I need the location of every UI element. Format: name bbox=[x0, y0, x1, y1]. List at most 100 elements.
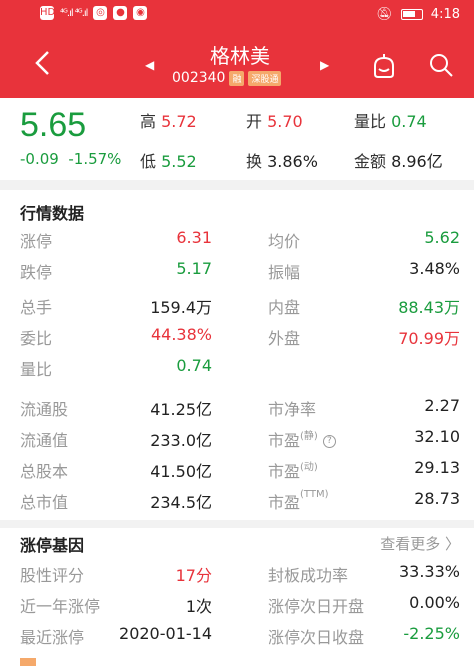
high-label: 高 bbox=[140, 112, 157, 131]
outer-volume-value: 70.99万 bbox=[398, 329, 460, 348]
market-data-title: 行情数据 bbox=[20, 204, 85, 223]
table-row: 最近涨停 2020-01-14 涨停次日收盘 -2.25% bbox=[0, 624, 474, 654]
float-cap-label: 流通值 bbox=[20, 431, 69, 450]
open-label: 开 bbox=[246, 112, 263, 131]
pe-ttm-label: 市盈(TTM) bbox=[268, 489, 329, 512]
inner-volume-value: 88.43万 bbox=[398, 298, 460, 317]
total-shares-value: 41.50亿 bbox=[150, 462, 212, 481]
amplitude-value: 3.48% bbox=[409, 259, 460, 278]
limit-up-value: 6.31 bbox=[176, 228, 212, 247]
stock-score-label: 股性评分 bbox=[20, 566, 85, 585]
table-row: 跌停 5.17 振幅 3.48% bbox=[0, 259, 474, 289]
table-row: 委比 44.38% 外盘 70.99万 bbox=[0, 325, 474, 355]
robot-icon[interactable] bbox=[370, 54, 398, 80]
low-label: 低 bbox=[140, 152, 157, 171]
pb-value: 2.27 bbox=[424, 396, 460, 415]
limit-down-value: 5.17 bbox=[176, 259, 212, 278]
avg-price-value: 5.62 bbox=[424, 228, 460, 247]
status-time: 4:18 bbox=[430, 7, 460, 22]
amount-cell: 金额 8.96亿 bbox=[354, 148, 443, 172]
next-open-value: 0.00% bbox=[409, 593, 460, 612]
browser-icon: ◉ bbox=[133, 6, 148, 20]
commission-ratio-label: 委比 bbox=[20, 329, 53, 348]
limit-up-label: 涨停 bbox=[20, 232, 53, 251]
total-cap-value: 234.5亿 bbox=[150, 493, 212, 512]
amount-label: 金额 bbox=[354, 152, 387, 171]
current-price: 5.65 bbox=[20, 106, 87, 144]
status-right: 🔕︎ 4:18 bbox=[376, 7, 460, 22]
volume-ratio-cell: 量比 0.74 bbox=[354, 108, 427, 132]
outer-volume-label: 外盘 bbox=[268, 329, 301, 348]
table-row: 流通股 41.25亿 市净率 2.27 bbox=[0, 396, 474, 426]
volume-label: 总手 bbox=[20, 298, 53, 317]
battery-icon bbox=[400, 9, 423, 20]
volume-ratio-row-value: 0.74 bbox=[176, 356, 212, 375]
stock-code: 002340 bbox=[172, 70, 226, 86]
table-row: 总市值 234.5亿 市盈(TTM) 28.73 bbox=[0, 489, 474, 519]
next-close-value: -2.25% bbox=[403, 624, 460, 643]
margin-tag: 融 bbox=[229, 70, 245, 86]
wechat-icon: ● bbox=[113, 6, 128, 20]
turnover-cell: 换 3.86% bbox=[246, 148, 318, 172]
table-row: 近一年涨停 1次 涨停次日开盘 0.00% bbox=[0, 593, 474, 623]
seal-rate-value: 33.33% bbox=[398, 562, 460, 581]
stock-name: 格林美 bbox=[210, 44, 270, 68]
view-more-link[interactable]: 查看更多 〉 bbox=[380, 533, 460, 554]
float-shares-value: 41.25亿 bbox=[150, 400, 212, 419]
table-row: 总手 159.4万 内盘 88.43万 bbox=[0, 294, 474, 324]
app-notification-icon: ◎ bbox=[93, 6, 108, 20]
open-value: 5.70 bbox=[267, 112, 303, 131]
amplitude-label: 振幅 bbox=[268, 263, 301, 282]
pe-dynamic-label: 市盈(动) bbox=[268, 462, 318, 481]
hd-icon: HD bbox=[40, 6, 56, 20]
limit-down-label: 跌停 bbox=[20, 263, 53, 282]
float-cap-value: 233.0亿 bbox=[150, 431, 212, 450]
total-cap-label: 总市值 bbox=[20, 493, 69, 512]
mute-icon: 🔕︎ bbox=[376, 7, 393, 22]
prev-stock-icon[interactable]: ◀ bbox=[145, 58, 154, 72]
low-cell: 低 5.52 bbox=[140, 148, 197, 172]
pe-dynamic-value: 29.13 bbox=[414, 458, 460, 477]
next-close-label: 涨停次日收盘 bbox=[268, 628, 365, 647]
section-divider bbox=[0, 520, 474, 528]
table-row: 量比 0.74 bbox=[0, 356, 474, 386]
quote-panel: 5.65 -0.09 -1.57% 高 5.72 开 5.70 量比 0.74 … bbox=[0, 98, 474, 180]
recent-limit-up-value: 2020-01-14 bbox=[119, 624, 212, 643]
avg-price-label: 均价 bbox=[268, 232, 301, 251]
total-shares-label: 总股本 bbox=[20, 462, 69, 481]
limit-gene-title: 涨停基因 bbox=[20, 536, 85, 555]
recent-limit-up-label: 最近涨停 bbox=[20, 628, 85, 647]
table-row: 涨停 6.31 均价 5.62 bbox=[0, 228, 474, 258]
status-bar: HD ⁴ᴳ.ıl ⁴ᴳ.ıl ◎ ● ◉ 🔕︎ 4:18 bbox=[0, 0, 474, 32]
stock-code-row: 002340 融 深股通 bbox=[172, 70, 282, 86]
next-open-label: 涨停次日开盘 bbox=[268, 597, 365, 616]
low-value: 5.52 bbox=[161, 152, 197, 171]
pb-label: 市净率 bbox=[268, 400, 317, 419]
inner-volume-label: 内盘 bbox=[268, 298, 301, 317]
table-row: 股性评分 17分 封板成功率 33.33% bbox=[0, 562, 474, 592]
yearly-limit-up-value: 1次 bbox=[185, 597, 212, 616]
price-change: -0.09 -1.57% bbox=[20, 150, 121, 168]
truncated-row-icon bbox=[20, 658, 36, 666]
yearly-limit-up-label: 近一年涨停 bbox=[20, 597, 101, 616]
back-icon[interactable] bbox=[32, 48, 54, 78]
commission-ratio-value: 44.38% bbox=[150, 325, 212, 344]
change-value: -0.09 bbox=[20, 150, 59, 168]
stock-score-value: 17分 bbox=[175, 566, 212, 585]
app-header: HD ⁴ᴳ.ıl ⁴ᴳ.ıl ◎ ● ◉ 🔕︎ 4:18 ◀ 格林美 00234… bbox=[0, 0, 474, 98]
next-stock-icon[interactable]: ▶ bbox=[320, 58, 329, 72]
pe-static-value: 32.10 bbox=[414, 427, 460, 446]
high-cell: 高 5.72 bbox=[140, 108, 197, 132]
status-left: HD ⁴ᴳ.ıl ⁴ᴳ.ıl ◎ ● ◉ bbox=[40, 6, 148, 20]
seal-rate-label: 封板成功率 bbox=[268, 566, 349, 585]
help-icon[interactable]: ? bbox=[322, 435, 336, 448]
volume-value: 159.4万 bbox=[150, 298, 212, 317]
pe-ttm-value: 28.73 bbox=[414, 489, 460, 508]
high-value: 5.72 bbox=[161, 112, 197, 131]
search-icon[interactable] bbox=[428, 52, 454, 78]
pe-static-label: 市盈(静) ? bbox=[268, 427, 336, 451]
table-row: 总股本 41.50亿 市盈(动) 29.13 bbox=[0, 458, 474, 488]
section-divider bbox=[0, 180, 474, 190]
float-shares-label: 流通股 bbox=[20, 400, 69, 419]
change-percent: -1.57% bbox=[68, 150, 122, 168]
